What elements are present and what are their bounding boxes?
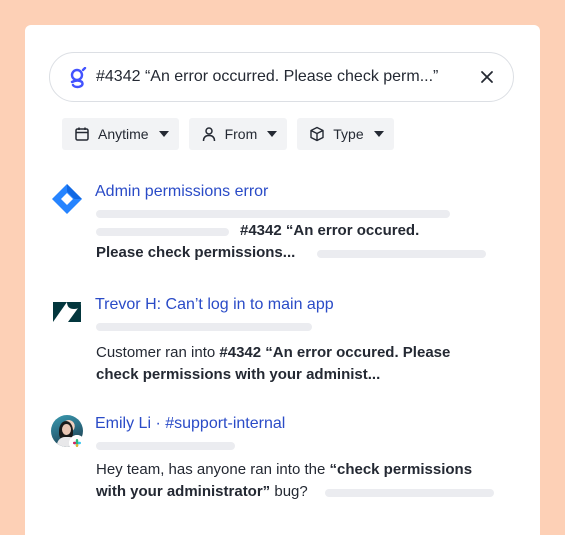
filter-from[interactable]: From [188, 118, 288, 150]
result-snippet-line-1: Customer ran into #4342 “An error occure… [96, 342, 450, 364]
snippet-text: bug? [270, 483, 308, 500]
filter-anytime-label: Anytime [98, 126, 149, 142]
snippet-highlight: “check permissions [329, 461, 473, 478]
placeholder-bar [317, 250, 486, 258]
snippet-highlight: with your administrator” [96, 483, 271, 500]
filter-anytime[interactable]: Anytime [62, 118, 179, 150]
result-snippet-line-1: Hey team, has anyone ran into the “check… [96, 459, 472, 481]
filter-from-label: From [224, 126, 258, 142]
snippet-highlight: Please check permissions... [96, 244, 296, 261]
placeholder-bar [96, 442, 235, 450]
close-icon[interactable] [479, 69, 495, 85]
placeholder-bar [96, 323, 312, 331]
search-results-card: #4342 “An error occurred. Please check p… [25, 25, 540, 535]
result-snippet-line-1: #4342 “An error occured. [240, 220, 419, 242]
snippet-highlight: #4342 “An error occured. Please [219, 344, 451, 361]
cube-icon [310, 126, 324, 142]
result-title[interactable]: Trevor H: Can’t log in to main app [95, 296, 334, 314]
result-snippet-line-2: Please check permissions... [96, 242, 295, 264]
zendesk-icon [53, 302, 81, 322]
person-icon [202, 127, 215, 142]
search-bar[interactable]: #4342 “An error occurred. Please check p… [49, 52, 514, 102]
jira-icon [52, 184, 82, 214]
filter-bar: Anytime From Type [62, 118, 394, 150]
snippet-highlight: #4342 “An error occured. [240, 222, 420, 239]
placeholder-bar [96, 228, 229, 236]
slack-icon [69, 435, 85, 451]
snippet-highlight: check permissions with your administ... [96, 366, 381, 383]
caret-down-icon [373, 131, 384, 137]
filter-type-label: Type [333, 126, 364, 142]
app-logo-icon [70, 67, 87, 89]
result-snippet-line-2: check permissions with your administ... [96, 364, 380, 386]
caret-down-icon [158, 131, 169, 137]
result-snippet-line-2: with your administrator” bug? [96, 481, 308, 503]
placeholder-bar [96, 210, 450, 218]
snippet-text: Customer ran into [96, 344, 220, 361]
placeholder-bar [325, 489, 494, 497]
snippet-text: Hey team, has anyone ran into the [96, 461, 330, 478]
calendar-icon [75, 127, 89, 141]
result-title[interactable]: Emily Li · #support-internal [95, 415, 285, 433]
result-title[interactable]: Admin permissions error [95, 183, 268, 201]
caret-down-icon [267, 131, 278, 137]
filter-type[interactable]: Type [297, 118, 394, 150]
search-input[interactable]: #4342 “An error occurred. Please check p… [96, 68, 438, 86]
